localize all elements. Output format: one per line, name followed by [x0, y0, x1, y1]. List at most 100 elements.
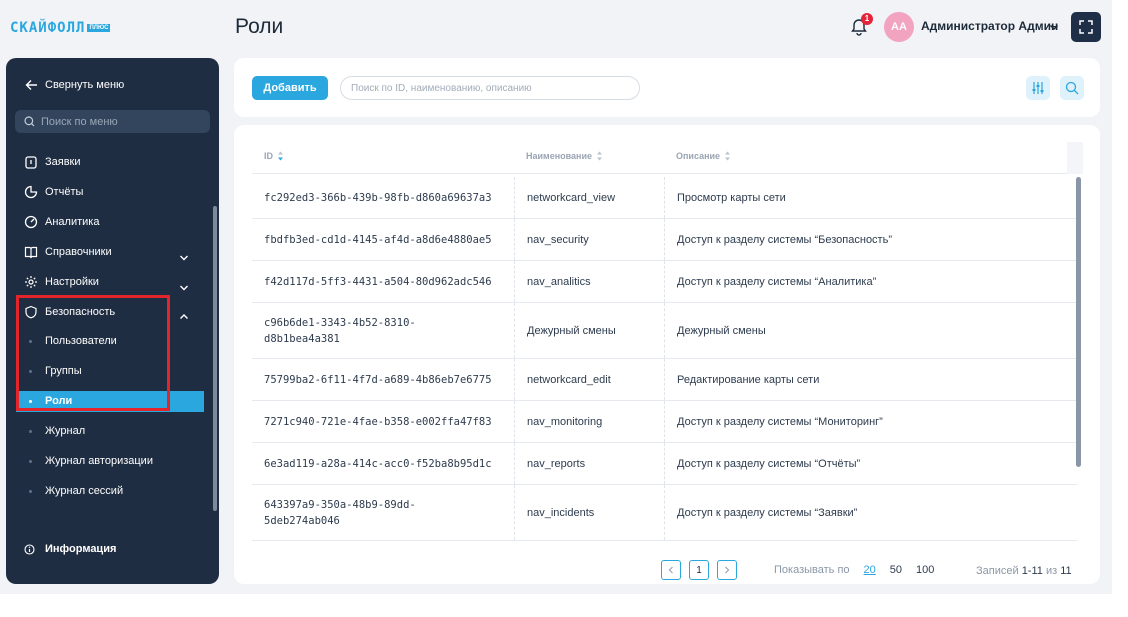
- notifications-badge: 1: [861, 13, 873, 25]
- sidebar-item-reports[interactable]: Отчёты: [6, 177, 213, 207]
- records-label: Записей: [976, 565, 1019, 577]
- cell-name: nav_incidents: [514, 485, 664, 540]
- collapse-menu-button[interactable]: Свернуть меню: [25, 79, 124, 91]
- menu-search-input[interactable]: [41, 115, 201, 128]
- sort-icon: [597, 151, 603, 161]
- fullscreen-icon: [1079, 20, 1093, 34]
- bullet-dot: [29, 460, 32, 463]
- chevron-right-icon: [725, 566, 730, 574]
- page-button-current[interactable]: 1: [689, 560, 709, 580]
- logo[interactable]: СКАЙФОЛЛ ПЛЮС: [10, 20, 111, 36]
- info-icon: [24, 543, 35, 555]
- chevron-down-icon[interactable]: [1048, 20, 1060, 32]
- column-header-label: Описание: [676, 151, 721, 161]
- chevron-down-icon: [180, 285, 188, 291]
- cell-id: 75799ba2-6f11-4f7d-a689-4b86eb7e6775: [264, 373, 492, 386]
- cell-description: Доступ к разделу системы “Аналитика”: [664, 261, 1077, 302]
- sidebar-item-analytics[interactable]: Аналитика: [6, 207, 213, 237]
- table-row[interactable]: 7271c940-721e-4fae-b358-e002ffa47f83 nav…: [252, 401, 1077, 443]
- cell-name: networkcard_edit: [514, 359, 664, 400]
- per-page-label: Показывать по: [774, 564, 850, 576]
- menu-search[interactable]: [15, 110, 210, 133]
- table-scrollbar[interactable]: [1076, 177, 1081, 467]
- cell-description: Доступ к разделу системы “Безопасность”: [664, 219, 1077, 260]
- cell-description: Дежурный смены: [664, 303, 1077, 358]
- sidebar-subitem-label: Журнал авторизации: [45, 455, 153, 467]
- cell-name: nav_security: [514, 219, 664, 260]
- pie-chart-icon: [24, 185, 38, 199]
- pagination: 1: [661, 560, 737, 580]
- avatar[interactable]: АА: [884, 12, 914, 42]
- cell-description: Доступ к разделу системы “Заявки”: [664, 485, 1077, 540]
- add-button[interactable]: Добавить: [252, 76, 328, 100]
- book-icon: [24, 246, 38, 259]
- cell-id: 7271c940-721e-4fae-b358-e002ffa47f83: [264, 415, 492, 428]
- cell-id: f42d117d-5ff3-4431-a504-80d962adc546: [264, 275, 492, 288]
- cell-description: Доступ к разделу системы “Отчёты”: [664, 443, 1077, 484]
- table-row[interactable]: 75799ba2-6f11-4f7d-a689-4b86eb7e6775 net…: [252, 359, 1077, 401]
- roles-table: ID Наименование Описание fc292ed3-366b-4…: [234, 125, 1100, 584]
- sidebar-subitem-label: Журнал сессий: [45, 485, 124, 497]
- column-header-id[interactable]: ID: [264, 151, 284, 161]
- sidebar-scrollbar[interactable]: [213, 206, 217, 511]
- sidebar-item-requests[interactable]: Заявки: [6, 147, 213, 177]
- table-row[interactable]: f42d117d-5ff3-4431-a504-80d962adc546 nav…: [252, 261, 1077, 303]
- per-page-option[interactable]: 100: [916, 564, 934, 576]
- sidebar-item-label: Справочники: [45, 246, 112, 258]
- sidebar-subitem-session-journal[interactable]: Журнал сессий: [6, 476, 213, 506]
- logo-tag: ПЛЮС: [87, 24, 111, 32]
- cell-id: 6e3ad119-a28a-414c-acc0-f52ba8b95d1c: [264, 457, 492, 470]
- table-row[interactable]: fbdfb3ed-cd1d-4145-af4d-a8d6e4880ae5 nav…: [252, 219, 1077, 261]
- user-name[interactable]: Администратор Админ: [921, 19, 1058, 33]
- clipboard-icon: [25, 156, 37, 169]
- sidebar-subitem-auth-journal[interactable]: Журнал авторизации: [6, 446, 213, 476]
- prev-page-button[interactable]: [661, 560, 681, 580]
- sidebar-item-label: Заявки: [45, 156, 81, 168]
- toolbar: Добавить: [234, 58, 1100, 117]
- cell-name: nav_monitoring: [514, 401, 664, 442]
- sidebar-subitem-journal[interactable]: Журнал: [6, 416, 213, 446]
- sliders-icon: [1032, 82, 1044, 94]
- chevron-down-icon: [180, 255, 188, 261]
- search-icon: [24, 116, 35, 127]
- bullet-dot: [29, 490, 32, 493]
- fullscreen-button[interactable]: [1071, 12, 1101, 42]
- cell-name: nav_analitics: [514, 261, 664, 302]
- table-row[interactable]: fc292ed3-366b-439b-98fb-d860a69637a3 net…: [252, 177, 1077, 219]
- table-search[interactable]: [340, 76, 640, 100]
- table-search-input[interactable]: [341, 77, 639, 99]
- info-button[interactable]: Информация: [24, 543, 116, 555]
- sidebar-item-references[interactable]: Справочники: [6, 237, 213, 267]
- filter-settings-button[interactable]: [1026, 76, 1050, 100]
- table-row[interactable]: 6e3ad119-a28a-414c-acc0-f52ba8b95d1c nav…: [252, 443, 1077, 485]
- table-row[interactable]: 643397a9-350a-48b9-89dd-5deb274ab046 nav…: [252, 485, 1077, 541]
- column-header-description[interactable]: Описание: [676, 151, 731, 161]
- sort-icon: [278, 151, 283, 161]
- records-total: 11: [1060, 565, 1072, 577]
- page-title: Роли: [235, 15, 284, 38]
- column-header-label: ID: [264, 151, 273, 161]
- search-refresh-icon: [1065, 81, 1079, 95]
- gear-icon: [25, 276, 37, 288]
- next-page-button[interactable]: [717, 560, 737, 580]
- sort-icon: [725, 151, 731, 161]
- records-of: из: [1045, 565, 1058, 577]
- per-page-option[interactable]: 50: [890, 564, 902, 576]
- info-label: Информация: [45, 543, 117, 555]
- cell-name: networkcard_view: [514, 177, 664, 218]
- cell-id: 643397a9-350a-48b9-89dd-5deb274ab046: [264, 498, 416, 527]
- column-header-label: Наименование: [526, 151, 593, 161]
- table-row[interactable]: c96b6de1-3343-4b52-8310-d8b1bea4a381 Деж…: [252, 303, 1077, 359]
- cell-description: Доступ к разделу системы “Мониторинг”: [664, 401, 1077, 442]
- records-range: 1-11: [1021, 565, 1043, 577]
- per-page-option[interactable]: 20: [864, 564, 876, 576]
- app: СКАЙФОЛЛ ПЛЮС Роли 1 АА Администратор Ад…: [0, 0, 1128, 617]
- column-header-name[interactable]: Наименование: [526, 151, 603, 161]
- cell-description: Редактирование карты сети: [664, 359, 1077, 400]
- collapse-menu-label: Свернуть меню: [45, 79, 125, 91]
- sidebar-item-settings[interactable]: Настройки: [6, 267, 213, 297]
- cell-id: c96b6de1-3343-4b52-8310-d8b1bea4a381: [264, 316, 416, 345]
- scrollbar-header: [1067, 142, 1083, 174]
- arrow-left-icon: [25, 80, 37, 90]
- search-settings-button[interactable]: [1060, 76, 1084, 100]
